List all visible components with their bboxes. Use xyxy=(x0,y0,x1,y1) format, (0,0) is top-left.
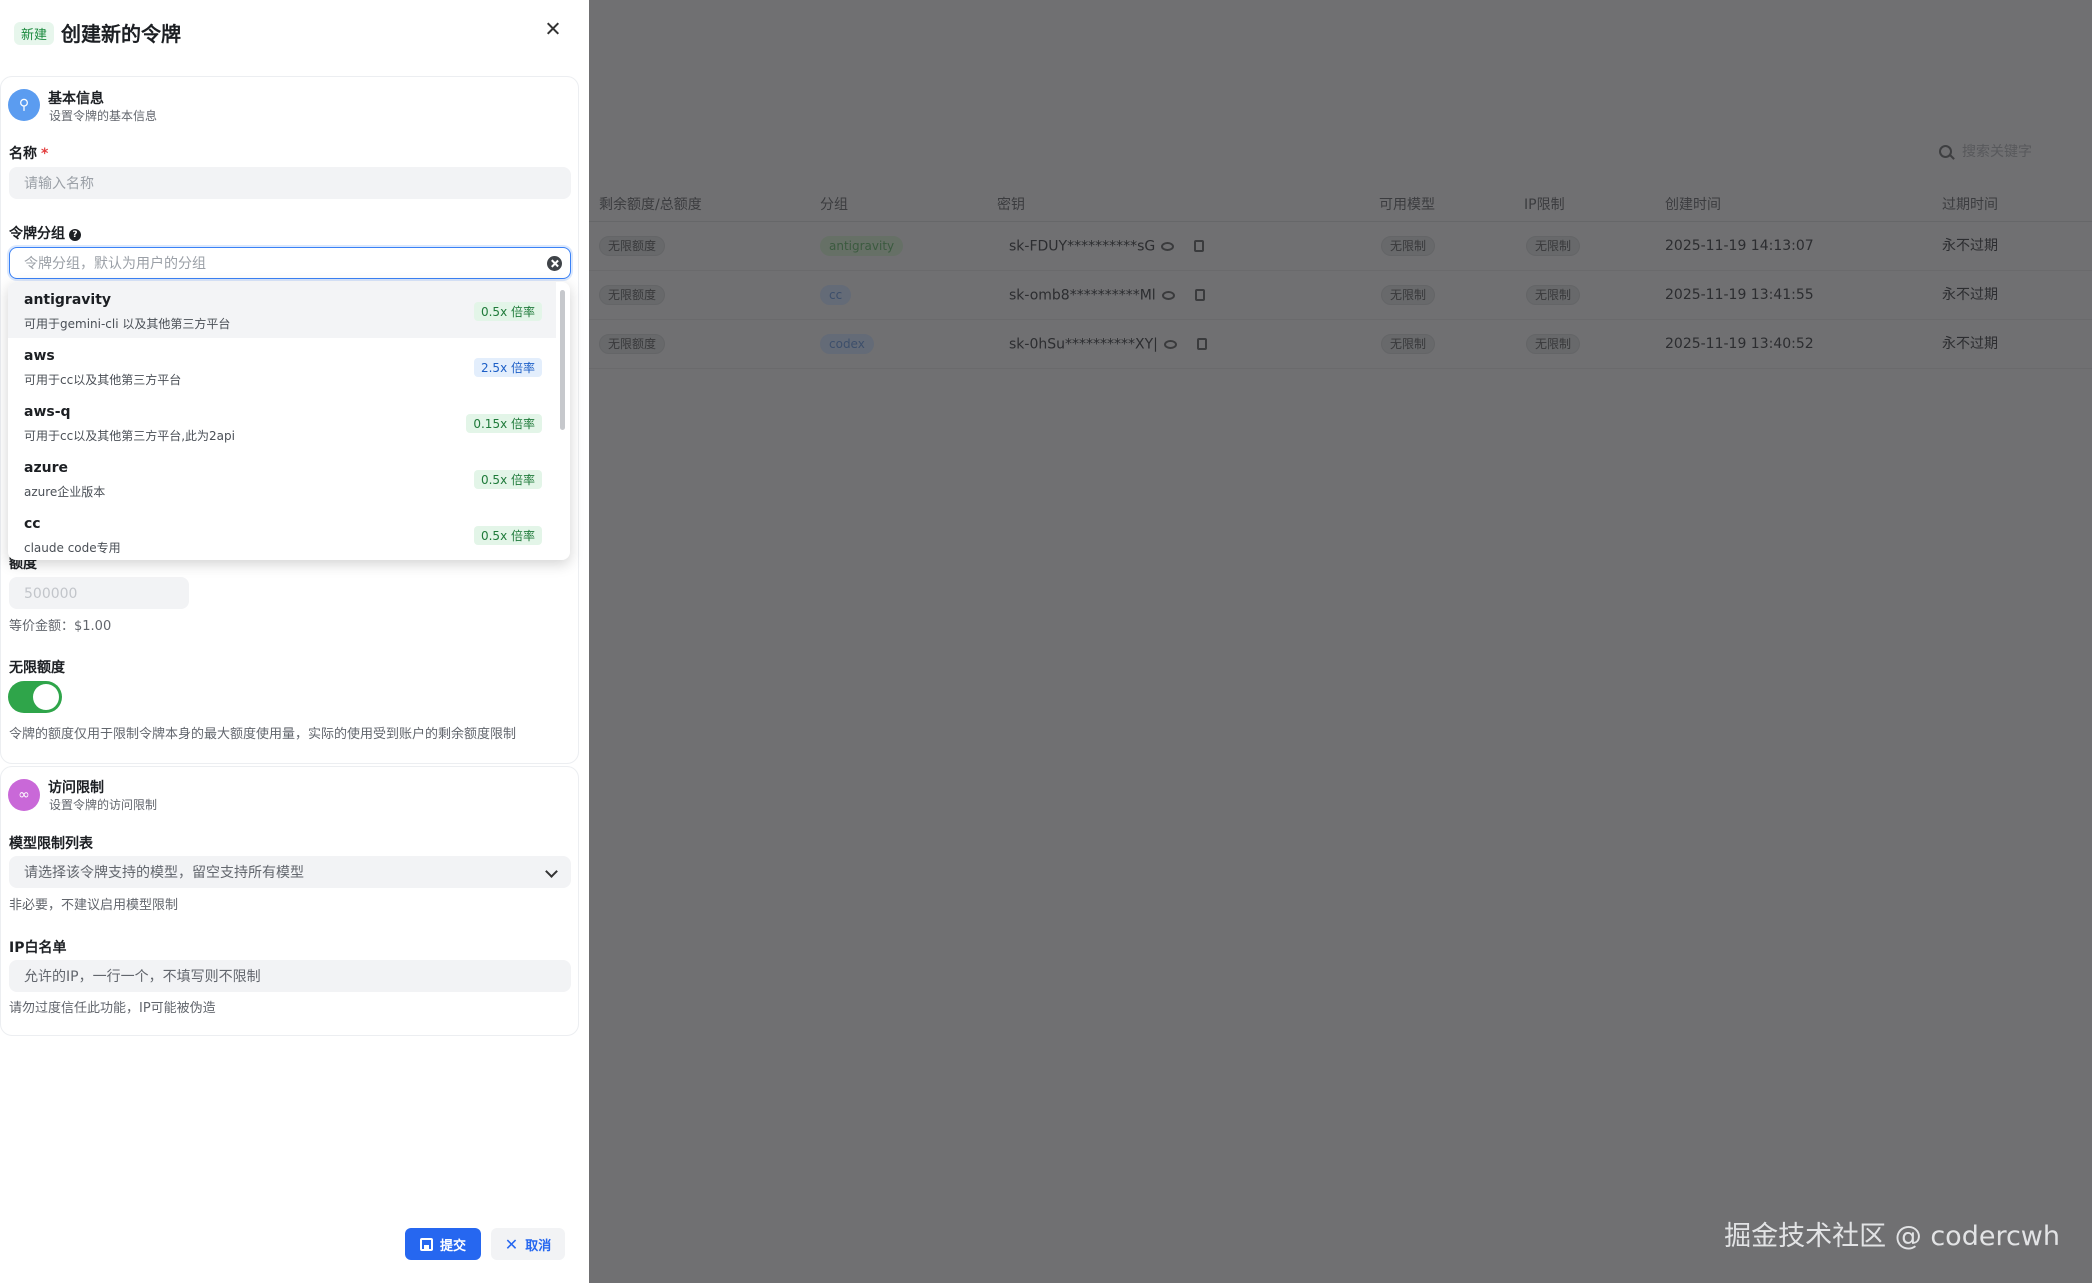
quota-note: 令牌的额度仅用于限制令牌本身的最大额度使用量，实际的使用受到账户的剩余额度限制 xyxy=(9,727,517,742)
search-icon xyxy=(1939,144,1952,158)
unlimited-toggle[interactable] xyxy=(8,681,62,713)
col-created: 创建时间 xyxy=(1665,197,1721,213)
group-option-cc[interactable]: cc claude code专用 0.5x 倍率 xyxy=(8,506,556,560)
submit-button[interactable]: 提交 xyxy=(405,1228,481,1260)
ip-badge: 无限制 xyxy=(1526,236,1581,256)
close-icon[interactable] xyxy=(543,19,563,39)
expire-time: 永不过期 xyxy=(1942,336,1998,352)
equivalent-amount: 等价金额：$1.00 xyxy=(9,619,112,634)
save-icon xyxy=(419,1237,433,1251)
chevron-down-icon xyxy=(545,865,558,878)
created-time: 2025-11-19 13:41:55 xyxy=(1665,287,1814,303)
ip-whitelist-input[interactable]: 允许的IP，一行一个，不填写则不限制 xyxy=(9,960,571,992)
group-option-aws[interactable]: aws 可用于cc以及其他第三方平台 2.5x 倍率 xyxy=(8,338,556,394)
quota-badge: 无限额度 xyxy=(599,285,666,305)
expire-time: 永不过期 xyxy=(1942,287,1998,303)
rate-badge: 0.5x 倍率 xyxy=(473,470,542,489)
group-label: 令牌分组? xyxy=(9,223,81,243)
col-expires: 过期时间 xyxy=(1942,197,1998,213)
created-time: 2025-11-19 13:40:52 xyxy=(1665,336,1814,352)
create-token-sheet: 新建 创建新的令牌 ⚲ 基本信息 设置令牌的基本信息 名称 * 请输入名称 令牌分… xyxy=(0,0,589,1283)
created-time: 2025-11-19 14:13:07 xyxy=(1665,238,1814,254)
copy-icon[interactable] xyxy=(1196,338,1207,350)
watermark: 掘金技术社区 @ codercwh xyxy=(1724,1221,2060,1252)
token-list-backdrop: 搜索关键字 剩余额度/总额度 分组 密钥 可用模型 IP限制 创建时间 过期时间… xyxy=(589,0,2092,1283)
quota-badge: 无限额度 xyxy=(599,236,666,256)
ip-badge: 无限制 xyxy=(1526,285,1581,305)
sheet-title: 创建新的令牌 xyxy=(61,22,181,46)
table-row[interactable]: 无限额度 cc sk-omb8**********Ml 无限制 无限制 2025… xyxy=(589,271,2092,320)
col-group: 分组 xyxy=(820,197,848,213)
access-card: ∞ 访问限制 设置令牌的访问限制 模型限制列表 请选择该令牌支持的模型，留空支持… xyxy=(0,766,579,1036)
rate-badge: 0.5x 倍率 xyxy=(473,302,542,321)
section-title: 基本信息 xyxy=(48,91,104,107)
col-ip: IP限制 xyxy=(1524,197,1565,213)
name-label: 名称 * xyxy=(9,146,49,162)
models-badge: 无限制 xyxy=(1381,334,1436,354)
models-select[interactable]: 请选择该令牌支持的模型，留空支持所有模型 xyxy=(9,856,571,888)
help-icon: ? xyxy=(69,229,81,241)
col-quota: 剩余额度/总额度 xyxy=(599,197,702,213)
eye-icon[interactable] xyxy=(1161,241,1175,251)
ip-badge: 无限制 xyxy=(1526,334,1581,354)
group-select[interactable]: 令牌分组，默认为用户的分组 xyxy=(9,247,571,279)
key-icon: ⚲ xyxy=(8,89,40,121)
name-input[interactable]: 请输入名称 xyxy=(9,167,571,199)
section-subtitle: 设置令牌的访问限制 xyxy=(49,798,158,812)
copy-icon[interactable] xyxy=(1194,289,1205,301)
masked-key: sk-FDUY**********sG xyxy=(1009,238,1156,255)
sheet-header: 新建 创建新的令牌 xyxy=(0,0,589,66)
search-placeholder: 搜索关键字 xyxy=(1962,144,2032,160)
masked-key: sk-0hSu**********XY| xyxy=(1009,336,1158,353)
group-badge: antigravity xyxy=(820,236,904,256)
eye-icon[interactable] xyxy=(1161,290,1175,300)
section-title: 访问限制 xyxy=(48,780,104,796)
expire-time: 永不过期 xyxy=(1942,238,1998,254)
unlimited-label: 无限额度 xyxy=(9,660,65,676)
quota-badge: 无限额度 xyxy=(599,334,666,354)
models-hint: 非必要，不建议启用模型限制 xyxy=(9,898,179,913)
group-badge: cc xyxy=(820,285,852,305)
models-label: 模型限制列表 xyxy=(9,836,93,852)
group-dropdown: antigravity 可用于gemini-cli 以及其他第三方平台 0.5x… xyxy=(8,282,570,560)
ip-hint: 请勿过度信任此功能，IP可能被伪造 xyxy=(9,1001,216,1016)
close-icon: ✕ xyxy=(504,1234,519,1254)
models-badge: 无限制 xyxy=(1381,285,1436,305)
table-row[interactable]: 无限额度 codex sk-0hSu**********XY| 无限制 无限制 … xyxy=(589,320,2092,369)
col-key: 密钥 xyxy=(997,197,1025,213)
eye-icon[interactable] xyxy=(1163,339,1177,349)
cancel-button[interactable]: ✕ 取消 xyxy=(491,1228,565,1260)
ip-label: IP白名单 xyxy=(9,940,67,956)
masked-key: sk-omb8**********Ml xyxy=(1009,287,1156,304)
models-badge: 无限制 xyxy=(1381,236,1436,256)
group-badge: codex xyxy=(820,334,874,354)
rate-badge: 0.15x 倍率 xyxy=(466,414,542,433)
group-option-azure[interactable]: azure azure企业版本 0.5x 倍率 xyxy=(8,450,556,506)
group-option-antigravity[interactable]: antigravity 可用于gemini-cli 以及其他第三方平台 0.5x… xyxy=(8,282,556,338)
dropdown-scrollbar[interactable] xyxy=(560,290,565,430)
col-models: 可用模型 xyxy=(1379,197,1435,213)
copy-icon[interactable] xyxy=(1194,240,1205,252)
search-box[interactable]: 搜索关键字 xyxy=(1939,138,2092,164)
new-badge: 新建 xyxy=(14,22,55,45)
group-option-aws-q[interactable]: aws-q 可用于cc以及其他第三方平台,此为2api 0.15x 倍率 xyxy=(8,394,556,450)
clear-icon[interactable] xyxy=(547,256,562,271)
quota-input[interactable]: 500000 xyxy=(9,577,189,609)
table-row[interactable]: 无限额度 antigravity sk-FDUY**********sG 无限制… xyxy=(589,222,2092,271)
table-header: 剩余额度/总额度 分组 密钥 可用模型 IP限制 创建时间 过期时间 xyxy=(589,188,2092,222)
section-subtitle: 设置令牌的基本信息 xyxy=(49,109,158,123)
rate-badge: 0.5x 倍率 xyxy=(473,526,542,545)
rate-badge: 2.5x 倍率 xyxy=(473,358,542,377)
link-icon: ∞ xyxy=(8,779,40,811)
